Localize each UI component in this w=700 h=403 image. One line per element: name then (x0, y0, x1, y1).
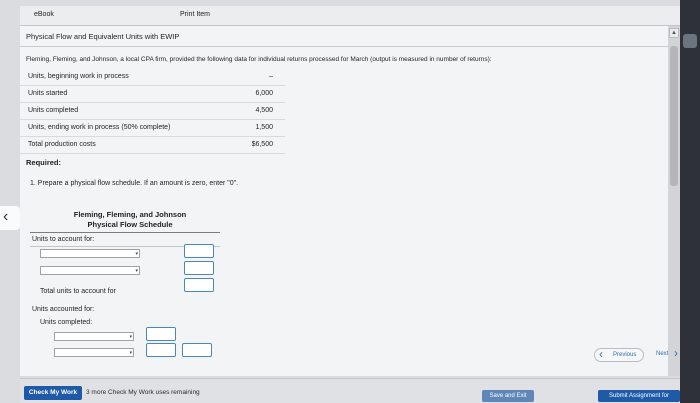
dropdown-arrow-icon: ▾ (135, 268, 138, 274)
question-text: 1. Prepare a physical flow schedule. If … (30, 180, 239, 187)
data-row: Units, ending work in process (50% compl… (20, 120, 285, 137)
data-row: Units, beginning work in process – (20, 69, 285, 86)
amount-input[interactable] (146, 327, 176, 341)
data-row-value: 1,500 (255, 124, 273, 131)
right-edge-strip (680, 0, 700, 403)
app-icon (683, 34, 697, 48)
data-row-value: – (269, 73, 273, 80)
data-row: Total production costs $6,500 (20, 137, 285, 154)
tab-print-item[interactable]: Print Item (180, 11, 210, 18)
save-and-exit-button[interactable]: Save and Exit (482, 390, 534, 402)
data-row: Units started 6,000 (20, 86, 285, 103)
problem-panel: Physical Flow and Equivalent Units with … (20, 26, 668, 376)
schedule-title: Physical Flow Schedule (87, 220, 173, 229)
accounted-select-1[interactable]: ▾ (54, 332, 134, 341)
dropdown-arrow-icon: ▾ (129, 334, 132, 340)
next-label: Next (656, 351, 669, 357)
account-select-2[interactable]: ▾ (40, 266, 140, 275)
units-completed-label: Units completed: (40, 319, 93, 326)
dropdown-arrow-icon: ▾ (129, 350, 132, 356)
data-row-label: Total production costs (28, 141, 96, 148)
data-row-value: 4,500 (255, 107, 273, 114)
amount-input[interactable] (182, 343, 212, 357)
screen: eBook Print Item Physical Flow and Equiv… (0, 0, 700, 403)
amount-input[interactable] (184, 261, 214, 275)
vertical-scrollbar[interactable]: ▲ (668, 26, 680, 376)
scroll-up-icon[interactable]: ▲ (669, 28, 679, 38)
data-row-value: 6,000 (255, 90, 273, 97)
schedule-heading: Fleming, Fleming, and Johnson Physical F… (30, 210, 230, 230)
previous-label: Previous (613, 352, 637, 358)
problem-intro: Fleming, Fleming, and Johnson, a local C… (26, 56, 492, 63)
scrollbar-thumb[interactable] (670, 46, 678, 186)
total-to-account-input[interactable] (184, 278, 214, 292)
nav-left-button[interactable]: ‹ (0, 206, 20, 230)
remaining-uses-text: 3 more Check My Work uses remaining (86, 389, 200, 396)
schedule-divider (30, 232, 220, 233)
amount-input[interactable] (184, 244, 214, 258)
data-row-value: $6,500 (251, 141, 273, 148)
dropdown-arrow-icon: ▾ (135, 251, 138, 257)
amount-input[interactable] (146, 343, 176, 357)
required-heading: Required: (26, 158, 62, 167)
data-row-label: Units, beginning work in process (28, 73, 129, 80)
data-row-label: Units completed (28, 107, 79, 114)
submit-assignment-button[interactable]: Submit Assignment for Grading (598, 390, 680, 402)
data-row: Units completed 4,500 (20, 103, 285, 120)
problem-title: Physical Flow and Equivalent Units with … (26, 32, 180, 41)
title-divider (20, 46, 668, 47)
account-select-1[interactable]: ▾ (40, 249, 140, 258)
total-units-label: Total units to account for (40, 288, 116, 295)
accounted-select-2[interactable]: ▾ (54, 348, 134, 357)
top-bar: eBook Print Item (20, 6, 680, 26)
units-to-account-label: Units to account for: (32, 236, 95, 243)
tab-ebook[interactable]: eBook (34, 11, 54, 18)
schedule-company: Fleming, Fleming, and Johnson (73, 210, 187, 219)
chevron-left-icon: ‹ (599, 347, 603, 361)
previous-button[interactable]: ‹ Previous (594, 347, 644, 362)
chevron-right-icon: › (674, 346, 678, 360)
units-accounted-label: Units accounted for: (32, 306, 95, 313)
check-my-work-button[interactable]: Check My Work (24, 386, 82, 400)
data-row-label: Units started (28, 90, 68, 97)
bottom-bar: Check My Work 3 more Check My Work uses … (20, 378, 680, 403)
data-row-label: Units, ending work in process (50% compl… (28, 124, 171, 131)
chevron-left-icon: ‹ (3, 208, 9, 225)
